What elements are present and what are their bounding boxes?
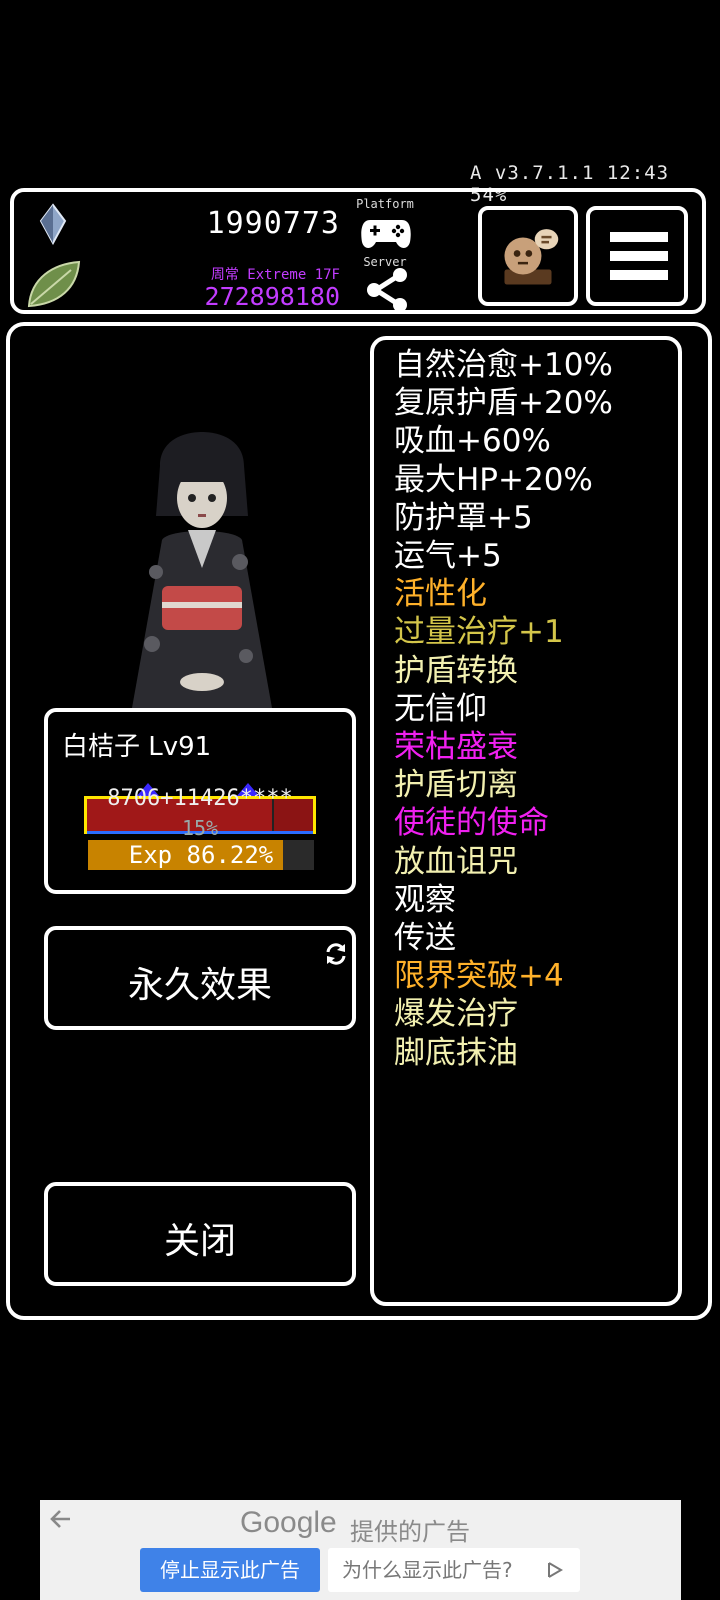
skill-item: 无信仰 — [394, 690, 487, 727]
skill-item: 传送 — [394, 920, 456, 956]
difficulty-label: 周常 Extreme 17F — [210, 267, 340, 283]
shield-percent: 15% — [181, 816, 219, 840]
skill-item: 防护罩+5 — [394, 499, 533, 536]
skill-item: 爆发治疗 — [394, 996, 518, 1033]
skill-item: 限界突破+4 — [394, 958, 564, 995]
gamepad-icon[interactable] — [360, 214, 412, 252]
skill-item: 使徒的使命 — [394, 805, 549, 842]
gold-counter: 1990773 — [206, 206, 340, 241]
soul-counter: 272898180 — [204, 282, 340, 311]
close-label: 关闭 — [163, 1221, 236, 1262]
exp-text: Exp 86.22% — [128, 841, 274, 869]
why-ad-button[interactable]: 为什么显示此广告? — [328, 1548, 580, 1592]
skill-item: 吸血+60% — [394, 423, 551, 460]
stop-ad-button[interactable]: 停止显示此广告 — [140, 1548, 320, 1592]
crystal-icon — [39, 203, 67, 245]
ad-google-brand: Google — [240, 1506, 337, 1539]
back-arrow-icon[interactable] — [48, 1506, 74, 1532]
skill-item: 脚底抹油 — [394, 1034, 518, 1071]
share-icon[interactable] — [364, 267, 410, 313]
character-portrait — [132, 432, 272, 708]
skill-item: 护盾转换 — [394, 652, 518, 689]
platform-label: Platform — [356, 197, 414, 211]
menu-icon-line — [610, 251, 668, 261]
menu-icon — [610, 232, 668, 242]
skill-item: 运气+5 — [394, 538, 502, 574]
skill-item: 自然治愈+10% — [394, 347, 613, 383]
menu-button[interactable] — [586, 206, 688, 306]
character-name: 白桔子 Lv91 — [62, 732, 212, 762]
ghost-icon — [504, 229, 559, 285]
leaf-icon — [27, 260, 81, 308]
ad-info-icon — [548, 1562, 563, 1578]
why-ad-label: 为什么显示此广告? — [342, 1558, 513, 1582]
hp-text: 8706+11426**** — [107, 786, 293, 811]
skill-item: 复原护盾+20% — [394, 385, 613, 422]
skill-item: 活性化 — [394, 576, 487, 613]
menu-icon-line — [610, 270, 668, 280]
ad-provided-by: 提供的广告 — [350, 1518, 470, 1546]
permanent-effects-label: 永久效果 — [127, 965, 272, 1006]
skill-item: 观察 — [394, 881, 456, 918]
skill-item: 荣枯盛衰 — [394, 729, 518, 765]
skill-item: 放血诅咒 — [394, 843, 518, 880]
skill-item: 过量治疗+1 — [394, 614, 564, 651]
skill-item: 最大HP+20% — [394, 461, 593, 498]
refresh-icon[interactable] — [323, 941, 349, 967]
skill-item: 护盾切离 — [394, 767, 518, 804]
character-button[interactable] — [478, 206, 578, 306]
